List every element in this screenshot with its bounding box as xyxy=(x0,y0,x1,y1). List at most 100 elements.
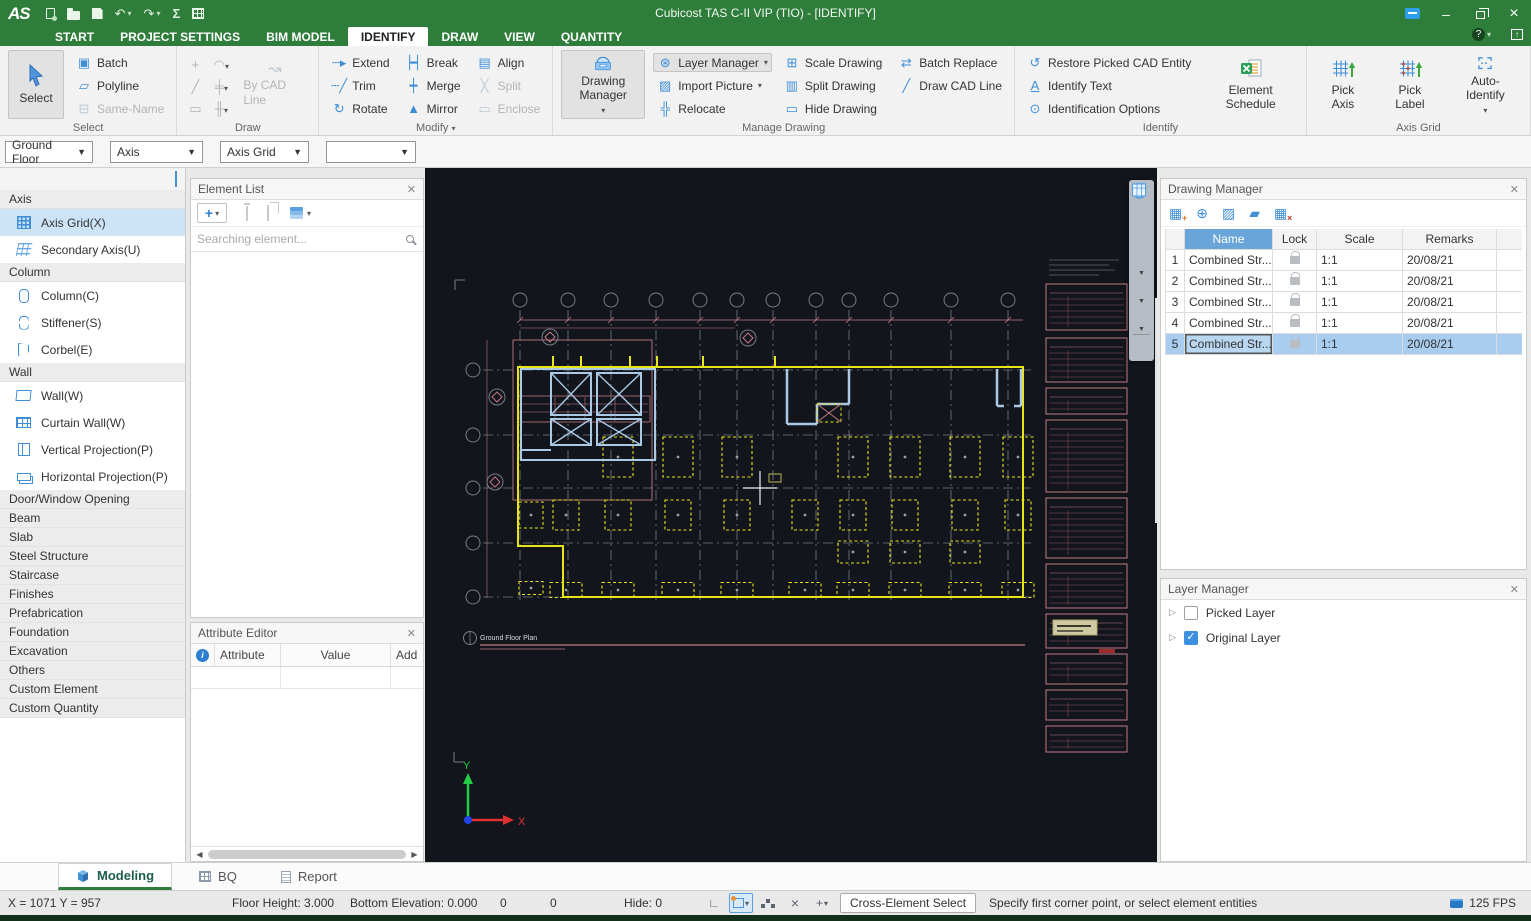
close-icon[interactable]: ✕ xyxy=(1510,183,1519,196)
import-picture-icon[interactable]: ▨ xyxy=(1222,206,1235,220)
shaded-view-icon[interactable] xyxy=(1131,277,1152,298)
collapse-ribbon-icon[interactable]: ↑ xyxy=(1511,29,1523,40)
batch-button[interactable]: ▣Batch xyxy=(72,53,168,72)
hide-drawing-button[interactable]: ▭Hide Drawing xyxy=(780,99,886,118)
layers-icon[interactable]: ▾ xyxy=(290,209,311,218)
rect-select-icon[interactable]: ▾ xyxy=(729,893,753,913)
minimize-button[interactable]: – xyxy=(1429,1,1463,27)
sidebar-section-steel-structure[interactable]: Steel Structure xyxy=(0,547,185,566)
batch-replace-button[interactable]: ⇄Batch Replace xyxy=(894,53,1006,72)
sidebar-item-axis-grid[interactable]: Axis Grid(X) xyxy=(0,209,185,236)
axis-draw2-icon[interactable]: ╫▾ xyxy=(213,102,229,115)
close-icon[interactable]: ✕ xyxy=(1510,583,1519,596)
original-layer-checkbox[interactable]: ✓ xyxy=(1184,631,1198,645)
point-icon[interactable]: + xyxy=(187,58,203,71)
axis-draw-icon[interactable]: ╪▾ xyxy=(213,80,229,93)
trim-button[interactable]: ┄╱Trim xyxy=(327,76,393,95)
sidebar-item-wall[interactable]: Wall(W) xyxy=(0,382,185,409)
scroll-left-icon[interactable]: ◀ xyxy=(193,850,206,859)
rotate-button[interactable]: ↻Rotate xyxy=(327,99,393,118)
sidebar-section-beam[interactable]: Beam xyxy=(0,509,185,528)
sidebar-section-slab[interactable]: Slab xyxy=(0,528,185,547)
open-icon[interactable] xyxy=(67,8,80,20)
sidebar-item-stiffener[interactable]: Stiffener(S) xyxy=(0,309,185,336)
sidebar-section-excavation[interactable]: Excavation xyxy=(0,642,185,661)
table-row[interactable]: 1Combined Str...1:120/08/21 xyxy=(1165,250,1522,271)
element-schedule-button[interactable]: Element Schedule xyxy=(1203,50,1298,119)
node-snap-icon[interactable] xyxy=(756,893,780,913)
element-search-input[interactable] xyxy=(197,232,402,246)
layer-row-original[interactable]: ▷ ✓ Original Layer xyxy=(1161,625,1526,650)
extend-button[interactable]: ┄▸Extend xyxy=(327,53,393,72)
sidebar-section-finishes[interactable]: Finishes xyxy=(0,585,185,604)
identify-text-button[interactable]: AIdentify Text xyxy=(1023,76,1195,95)
copy-element-icon[interactable] xyxy=(261,206,269,220)
add-drawing-icon[interactable]: ▦+ xyxy=(1169,206,1182,220)
sidebar-item-column[interactable]: Column(C) xyxy=(0,282,185,309)
split-drawing-button[interactable]: ▥Split Drawing xyxy=(780,76,886,95)
attribute-hscrollbar[interactable]: ◀ ▶ xyxy=(191,846,423,861)
sidebar-section-wall[interactable]: Wall xyxy=(0,363,185,382)
sidebar-item-curtain-wall[interactable]: Curtain Wall(W) xyxy=(0,409,185,436)
layers-view-icon[interactable] xyxy=(1131,305,1152,326)
tab-bim-model[interactable]: BIM MODEL xyxy=(253,27,348,46)
restore-button[interactable] xyxy=(1463,1,1497,27)
sidebar-section-axis[interactable]: Axis xyxy=(0,190,185,209)
table-row[interactable]: 2Combined Str...1:120/08/21 xyxy=(1165,271,1522,292)
break-button[interactable]: ┝┥Break xyxy=(402,53,465,72)
layer-row-picked[interactable]: ▷ Picked Layer xyxy=(1161,600,1526,625)
sidebar-section-door-window[interactable]: Door/Window Opening xyxy=(0,490,185,509)
element-group-select[interactable]: Axis▼ xyxy=(110,141,203,163)
sidebar-section-staircase[interactable]: Staircase xyxy=(0,566,185,585)
line-icon[interactable]: ╱ xyxy=(187,80,203,93)
chevron-down-icon[interactable]: ▼ xyxy=(1138,271,1145,276)
sidebar-section-custom-quantity[interactable]: Custom Quantity xyxy=(0,699,185,718)
delete-element-icon[interactable] xyxy=(240,206,248,220)
sidebar-section-foundation[interactable]: Foundation xyxy=(0,623,185,642)
enclose-button[interactable]: ▭Enclose xyxy=(473,99,545,118)
polyline-button[interactable]: ▱Polyline xyxy=(72,76,168,95)
undo-icon[interactable]: ↶▾ xyxy=(115,6,132,22)
wireframe-view-icon[interactable] xyxy=(1131,249,1152,270)
3d-view-icon[interactable] xyxy=(1131,205,1152,226)
table-row-selected[interactable]: 5Combined Str...1:120/08/21 xyxy=(1165,334,1522,355)
lock-icon[interactable] xyxy=(1290,277,1300,285)
identification-options-button[interactable]: ⊙Identification Options xyxy=(1023,99,1195,118)
tab-start[interactable]: START xyxy=(42,27,107,46)
delete-drawing-icon[interactable]: ▦× xyxy=(1274,206,1287,220)
scroll-right-icon[interactable]: ▶ xyxy=(408,850,421,859)
element-list-body[interactable] xyxy=(191,252,423,617)
sum-icon[interactable]: Σ xyxy=(172,6,180,21)
lock-icon[interactable] xyxy=(1290,298,1300,306)
chat-icon[interactable] xyxy=(1395,1,1429,27)
relocate-button[interactable]: ╬Relocate xyxy=(653,99,772,118)
rect-icon[interactable]: ▭ xyxy=(187,102,203,115)
lock-icon[interactable] xyxy=(1290,340,1300,348)
lock-icon[interactable] xyxy=(1290,256,1300,264)
scale-drawing-button[interactable]: ⊞Scale Drawing xyxy=(780,53,886,72)
sidebar-section-column[interactable]: Column xyxy=(0,263,185,282)
caret-icon[interactable]: ▷ xyxy=(1169,632,1176,643)
chevron-down-icon[interactable]: ▼ xyxy=(1138,327,1145,332)
tab-bq[interactable]: BQ xyxy=(182,863,254,890)
tab-quantity[interactable]: QUANTITY xyxy=(548,27,635,46)
close-icon[interactable]: ✕ xyxy=(407,183,416,196)
detail-view-icon[interactable] xyxy=(175,172,177,186)
sidebar-section-prefabrication[interactable]: Prefabrication xyxy=(0,604,185,623)
new-file-icon[interactable] xyxy=(46,8,55,19)
sidebar-section-custom-element[interactable]: Custom Element xyxy=(0,680,185,699)
picked-layer-checkbox[interactable] xyxy=(1184,606,1198,620)
sidebar-section-others[interactable]: Others xyxy=(0,661,185,680)
auto-identify-button[interactable]: Auto-Identify▾ xyxy=(1449,50,1522,119)
cross-element-select-button[interactable]: Cross-Element Select xyxy=(840,893,976,913)
tab-modeling[interactable]: Modeling xyxy=(58,863,172,890)
sidebar-item-corbel[interactable]: Corbel(E) xyxy=(0,336,185,363)
tab-report[interactable]: Report xyxy=(264,863,354,890)
panel-splitter[interactable] xyxy=(1155,298,1157,523)
restore-picked-cad-entity-button[interactable]: ↺Restore Picked CAD Entity xyxy=(1023,53,1195,72)
layer-manager-button[interactable]: ⊛Layer Manager▾ xyxy=(653,53,772,72)
table-icon[interactable] xyxy=(192,8,204,19)
sidebar-item-vertical-projection[interactable]: Vertical Projection(P) xyxy=(0,436,185,463)
extra-select[interactable]: ▼ xyxy=(326,141,416,163)
tab-project-settings[interactable]: PROJECT SETTINGS xyxy=(107,27,253,46)
